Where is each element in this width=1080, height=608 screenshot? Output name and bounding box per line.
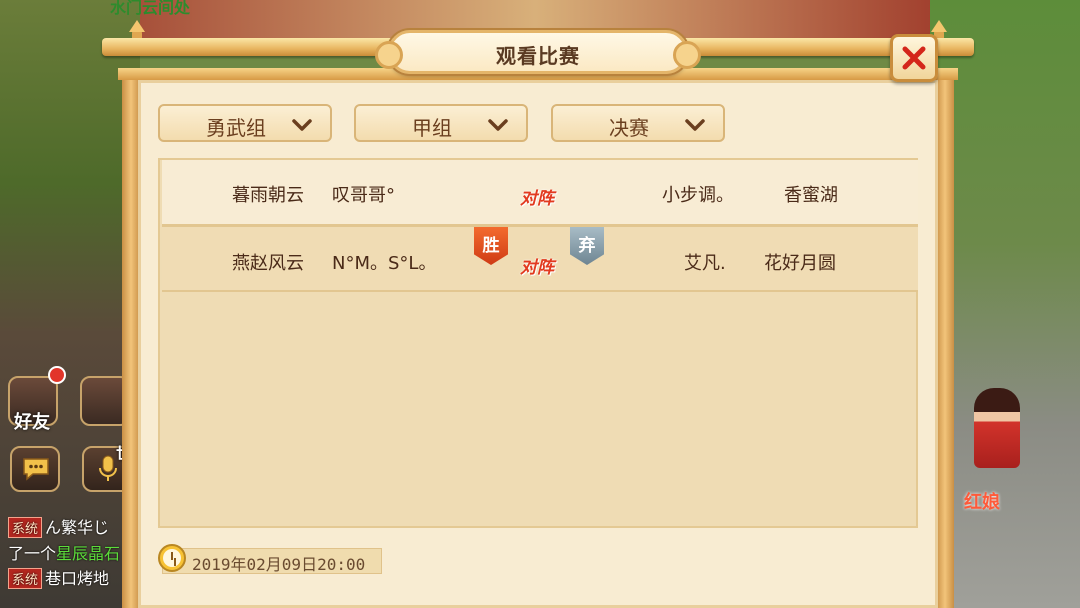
chat-text: 巷口烤地 bbox=[45, 569, 110, 588]
watch-match-dialog: 观看比赛 勇武组 甲组 决赛 暮雨朝云 叹哥哥° 对阵 小步调。 香蜜湖 燕赵风… bbox=[102, 30, 974, 608]
chat-line: 系统 ん繁华じ bbox=[8, 514, 109, 538]
system-tag: 系统 bbox=[8, 517, 43, 538]
friends-label: 好友 bbox=[14, 412, 50, 433]
chat-line: 了一个星辰晶石 bbox=[8, 540, 120, 564]
left-team-player: N°M。S°L。 bbox=[332, 253, 437, 274]
chat-text: ん繁华じ bbox=[45, 518, 110, 537]
left-team-player: 暮雨朝云 bbox=[232, 185, 304, 206]
subgroup-dropdown-value: 甲组 bbox=[412, 116, 452, 140]
win-badge: 胜 bbox=[474, 227, 508, 265]
close-icon bbox=[902, 46, 926, 70]
stage-dropdown-value: 决赛 bbox=[609, 116, 649, 140]
match-row[interactable]: 燕赵风云 N°M。S°L。 胜 对阵 弃 艾凡. 花好月圆 bbox=[162, 226, 918, 292]
stage-dropdown[interactable]: 决赛 bbox=[551, 104, 725, 142]
notification-dot bbox=[48, 366, 66, 384]
system-tag: 系统 bbox=[8, 568, 43, 589]
chat-button[interactable] bbox=[10, 446, 60, 492]
right-team-player: 香蜜湖 bbox=[784, 185, 838, 206]
right-team-player: 花好月圆 bbox=[764, 253, 836, 274]
vs-label: 对阵 bbox=[520, 189, 554, 209]
match-row[interactable]: 暮雨朝云 叹哥哥° 对阵 小步调。 香蜜湖 bbox=[162, 160, 918, 226]
vs-label: 对阵 bbox=[520, 258, 554, 278]
group-dropdown-value: 勇武组 bbox=[206, 116, 266, 140]
scene-location-text: 水门云间处 bbox=[110, 0, 191, 17]
chat-icon bbox=[23, 458, 49, 481]
right-team-player: 小步调。 bbox=[662, 185, 734, 206]
title-plaque: 观看比赛 bbox=[375, 30, 701, 74]
match-date: 2019年02月09日20:00 bbox=[192, 555, 366, 574]
chevron-down-icon bbox=[685, 119, 705, 131]
chevron-down-icon bbox=[488, 119, 508, 131]
chat-line: 系统 巷口烤地 bbox=[8, 565, 109, 589]
left-team-player: 燕赵风云 bbox=[232, 253, 304, 274]
match-list: 暮雨朝云 叹哥哥° 对阵 小步调。 香蜜湖 燕赵风云 N°M。S°L。 胜 对阵… bbox=[158, 158, 918, 528]
dialog-title: 观看比赛 bbox=[496, 44, 580, 68]
chat-text: 了一个 bbox=[8, 544, 57, 563]
left-team-player: 叹哥哥° bbox=[332, 185, 395, 206]
frame-pillar-right bbox=[936, 80, 954, 608]
forfeit-badge-label: 弃 bbox=[578, 235, 596, 256]
group-dropdown[interactable]: 勇武组 bbox=[158, 104, 332, 142]
win-badge-label: 胜 bbox=[482, 235, 500, 256]
forfeit-badge: 弃 bbox=[570, 227, 604, 265]
voice-icon bbox=[99, 455, 117, 481]
chat-highlight: 星辰晶石 bbox=[56, 544, 121, 563]
npc-character[interactable] bbox=[974, 388, 1020, 468]
subgroup-dropdown[interactable]: 甲组 bbox=[354, 104, 528, 142]
chevron-down-icon bbox=[292, 119, 312, 131]
npc-name: 红娘 bbox=[964, 492, 1000, 513]
clock-icon bbox=[158, 544, 186, 572]
right-team-player: 艾凡. bbox=[684, 253, 726, 274]
close-button[interactable] bbox=[890, 34, 938, 82]
